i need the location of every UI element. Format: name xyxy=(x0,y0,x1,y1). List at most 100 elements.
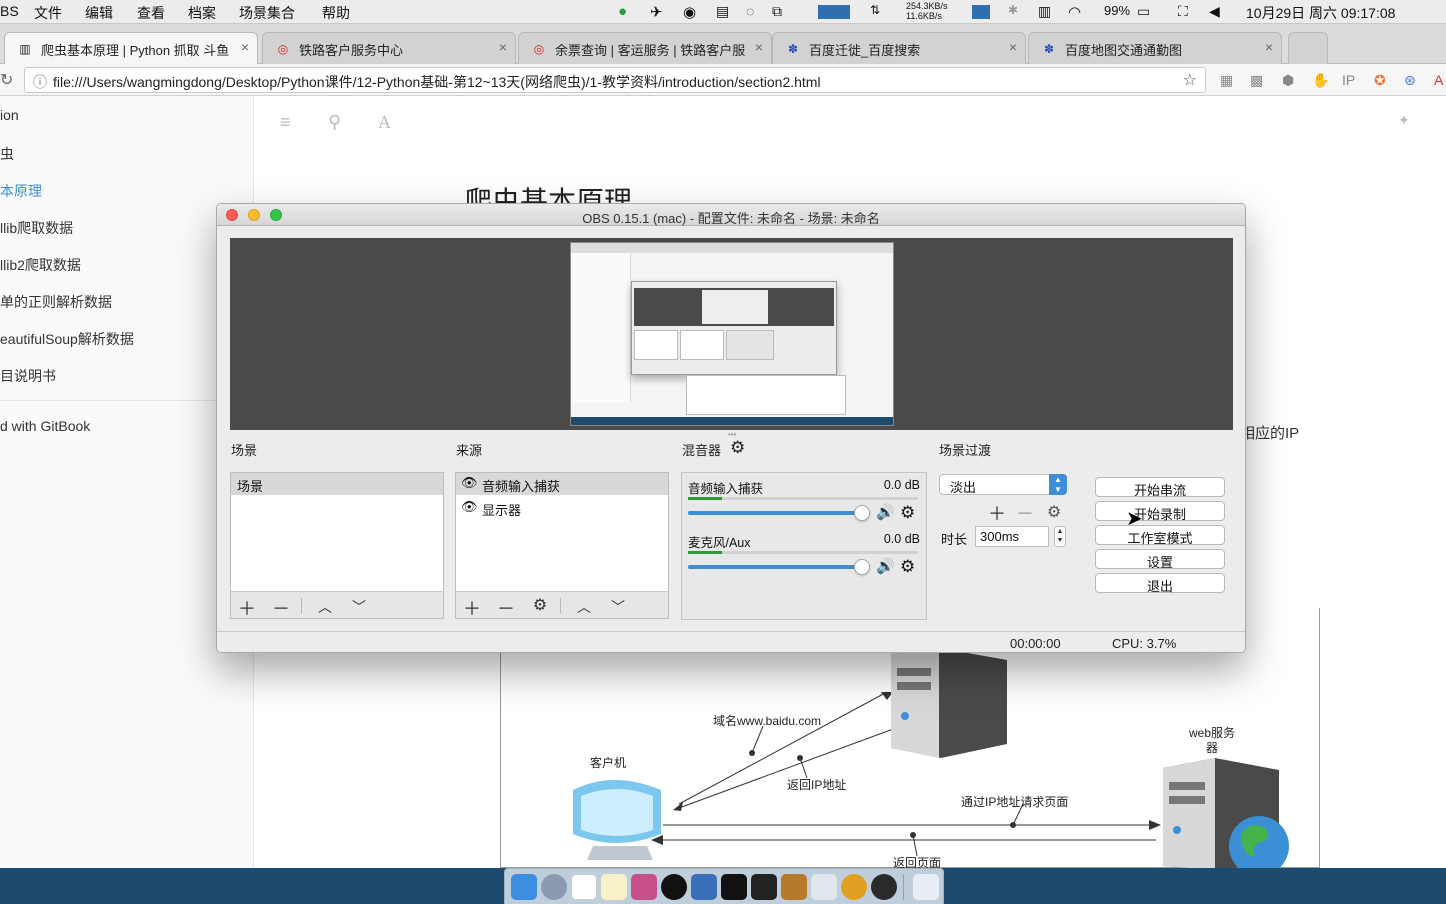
add-scene-button[interactable]: ＋ xyxy=(235,595,259,621)
scene-item[interactable]: 场景 xyxy=(231,473,443,495)
nav-item-project[interactable]: 目说明书 xyxy=(0,366,56,386)
battery-icon[interactable]: ▭ xyxy=(1137,3,1150,20)
preview-canvas[interactable] xyxy=(230,238,1233,430)
scene-down-button[interactable]: ﹀ xyxy=(347,597,371,617)
new-tab-button[interactable] xyxy=(1288,32,1328,64)
remove-transition-button[interactable]: － xyxy=(1016,500,1034,526)
start-streaming-button[interactable]: 开始串流 xyxy=(1095,477,1225,498)
source-item-display[interactable]: 👁 显示器 xyxy=(456,497,668,519)
menu-profile[interactable]: 档案 xyxy=(188,3,216,23)
trash-icon[interactable] xyxy=(913,874,939,900)
add-transition-button[interactable]: ＋ xyxy=(988,500,1006,526)
obs-title-bar[interactable]: OBS 0.15.1 (mac) - 配置文件: 未命名 - 场景: 未命名 xyxy=(217,204,1245,226)
nav-item-basic-principle[interactable]: 本原理 xyxy=(0,181,42,201)
menu-edit[interactable]: 编辑 xyxy=(85,3,113,23)
bookmark-star-icon[interactable]: ☆ xyxy=(1183,70,1197,90)
duration-stepper[interactable]: ▲ ▼ xyxy=(1054,526,1066,547)
source-up-button[interactable]: ︿ xyxy=(572,597,596,617)
ip-ext-icon[interactable]: IP xyxy=(1342,72,1355,88)
tab-railway[interactable]: ◎ 铁路客户服务中心 × xyxy=(262,32,516,64)
calendar-icon[interactable] xyxy=(571,874,597,900)
volume-slider-knob[interactable] xyxy=(854,559,870,575)
exit-button[interactable]: 退出 xyxy=(1095,573,1225,594)
menu-view[interactable]: 查看 xyxy=(137,3,165,23)
speaker-icon[interactable]: 🔊 xyxy=(876,503,895,521)
volume-slider[interactable] xyxy=(688,565,864,569)
screen-icon[interactable]: ⧉ xyxy=(772,3,782,20)
volume-slider[interactable] xyxy=(688,511,864,515)
hand-ext-icon[interactable]: ✋ xyxy=(1312,72,1329,89)
tab-baidu-search[interactable]: ✽ 百度迁徙_百度搜索 × xyxy=(772,32,1026,64)
address-bar[interactable]: ⓘ file:///Users/wangmingdong/Desktop/Pyt… xyxy=(24,67,1206,93)
settings-button[interactable]: 设置 xyxy=(1095,549,1225,570)
finder-icon[interactable] xyxy=(511,874,537,900)
shield-ext-icon[interactable]: ⬢ xyxy=(1282,72,1294,89)
reload-icon[interactable]: ↻ xyxy=(0,70,13,90)
transition-select[interactable]: 淡出 ▲ ▼ xyxy=(939,474,1067,495)
terminal-2-icon[interactable] xyxy=(751,874,777,900)
launchpad-icon[interactable] xyxy=(541,874,567,900)
source-properties-gear-icon[interactable]: ⚙ xyxy=(528,595,552,615)
nav-item-regex[interactable]: 单的正则解析数据 xyxy=(0,292,112,312)
channel-gear-icon[interactable]: ⚙ xyxy=(900,503,915,523)
close-tab-icon[interactable]: × xyxy=(1265,39,1273,55)
close-tab-icon[interactable]: × xyxy=(499,39,507,55)
search-icon[interactable]: ⚲ xyxy=(328,112,341,133)
nav-item-introduction[interactable]: ion xyxy=(0,107,19,123)
eye-icon[interactable]: 👁 xyxy=(461,499,478,515)
remove-source-button[interactable]: － xyxy=(494,595,518,621)
start-recording-button[interactable]: 开始录制 xyxy=(1095,501,1225,522)
screen-share-icon[interactable] xyxy=(691,874,717,900)
menu-app[interactable]: BS xyxy=(0,3,19,19)
sources-list[interactable]: 👁 音频输入捕获 👁 显示器 xyxy=(455,472,669,592)
channel-gear-icon[interactable]: ⚙ xyxy=(900,557,915,577)
font-settings-icon[interactable]: A xyxy=(378,112,391,133)
close-tab-icon[interactable]: × xyxy=(755,39,763,55)
orange-ext-icon[interactable]: ✪ xyxy=(1374,72,1386,89)
studio-mode-button[interactable]: 工作室模式 xyxy=(1095,525,1225,546)
keyboard-icon[interactable]: ▥ xyxy=(1038,3,1051,20)
menu-scene-collection[interactable]: 场景集合 xyxy=(239,3,295,23)
photo-booth-icon[interactable] xyxy=(631,874,657,900)
airplane-icon[interactable]: ✈ xyxy=(650,3,663,21)
ab-ext-icon[interactable]: A xyxy=(1434,72,1443,88)
nav-item-beautifulsoup[interactable]: eautifulSoup解析数据 xyxy=(0,329,134,349)
chrome-icon[interactable] xyxy=(841,874,867,900)
eye-icon[interactable]: 👁 xyxy=(461,475,478,491)
calendar-ext-icon[interactable]: ▦ xyxy=(1220,72,1233,89)
timer-icon[interactable]: ◌ xyxy=(746,3,754,19)
close-tab-icon[interactable]: × xyxy=(241,39,249,55)
remove-scene-button[interactable]: － xyxy=(269,595,293,621)
notes-icon[interactable] xyxy=(601,874,627,900)
speaker-icon[interactable]: 🔊 xyxy=(876,557,895,575)
network-utility-icon[interactable] xyxy=(811,874,837,900)
tab-crawler[interactable]: ▥ 爬虫基本原理 | Python 抓取 斗鱼 × xyxy=(4,32,258,64)
toggle-sidebar-icon[interactable]: ≡ xyxy=(280,112,291,133)
source-down-button[interactable]: ﹀ xyxy=(606,597,630,617)
mixer-gear-icon[interactable]: ⚙ xyxy=(730,438,745,458)
twitter-icon[interactable]: ✦ xyxy=(1398,112,1410,129)
published-with-gitbook-link[interactable]: d with GitBook xyxy=(0,418,90,434)
cpu-graph-icon[interactable] xyxy=(818,5,850,19)
nav-item-urllib2[interactable]: llib2爬取数据 xyxy=(0,255,81,275)
transition-gear-icon[interactable]: ⚙ xyxy=(1047,502,1061,522)
scene-up-button[interactable]: ︿ xyxy=(313,597,337,617)
s-app-icon[interactable]: ⛶ xyxy=(1178,3,1188,20)
clock[interactable]: 10月29日 周六 09:17:08 xyxy=(1246,3,1395,23)
volume-icon[interactable]: ◀ xyxy=(1209,3,1220,20)
monitor-icon[interactable]: ▤ xyxy=(716,3,729,20)
record-icon[interactable]: ◉ xyxy=(683,3,696,21)
wifi-icon[interactable]: ◠ xyxy=(1068,3,1081,21)
add-source-button[interactable]: ＋ xyxy=(460,595,484,621)
tab-baidu-map[interactable]: ✽ 百度地图交通通勤图 × xyxy=(1028,32,1282,64)
volume-slider-knob[interactable] xyxy=(854,505,870,521)
terminal-icon[interactable] xyxy=(721,874,747,900)
source-item-audio-input[interactable]: 👁 音频输入捕获 xyxy=(456,473,668,495)
nav-item-urllib[interactable]: llib爬取数据 xyxy=(0,218,73,238)
qq-icon[interactable] xyxy=(661,874,687,900)
qr-ext-icon[interactable]: ▩ xyxy=(1250,72,1263,89)
bluetooth-icon[interactable]: ✱ xyxy=(1008,3,1018,17)
sublime-icon[interactable] xyxy=(781,874,807,900)
menu-file[interactable]: 文件 xyxy=(34,3,62,23)
nav-item-crawler[interactable]: 虫 xyxy=(0,144,14,164)
